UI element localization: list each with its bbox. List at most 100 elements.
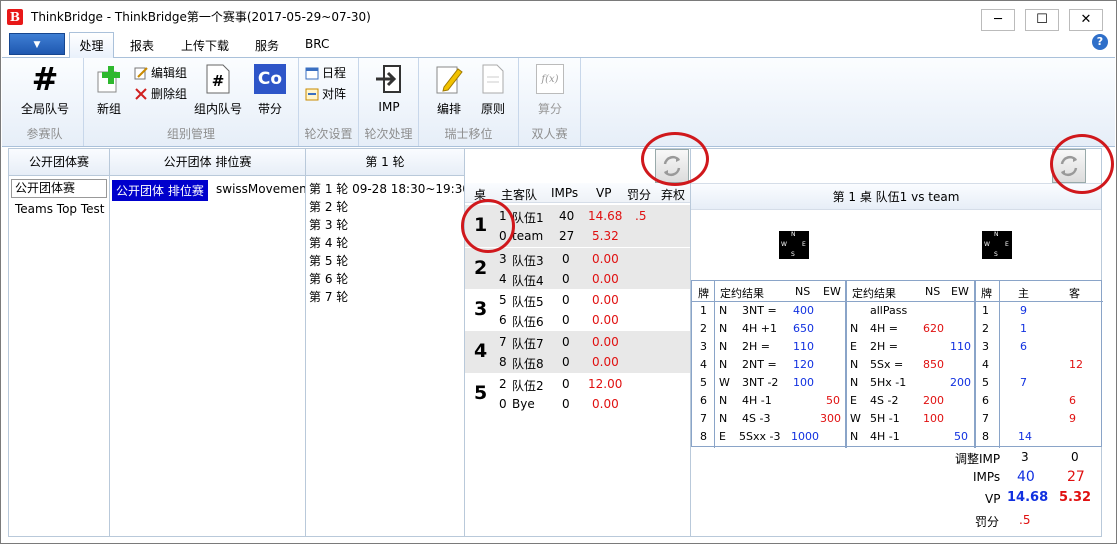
tab-upload-download[interactable]: 上传下载 xyxy=(181,37,229,54)
team-a-number: 7 xyxy=(499,335,507,349)
compass-closed-room: N S W E xyxy=(982,231,1012,259)
adjust-imp-away[interactable]: 0 xyxy=(1071,450,1079,464)
ribbon-group-label: 组别管理 xyxy=(166,127,215,141)
delete-group-button[interactable]: 删除组 xyxy=(134,85,187,102)
board-row[interactable]: 2 N 4H +1 650 N 4H = 620 21 xyxy=(692,322,1103,340)
team-b-vp: 5.32 xyxy=(592,229,619,243)
board-cell: 4H = xyxy=(870,322,898,335)
board-row[interactable]: 7 N 4S -3 300 W 5H -1 100 79 xyxy=(692,412,1103,430)
board-cell: 110 xyxy=(950,340,971,353)
board-cell: 4H -1 xyxy=(742,394,772,407)
table-number: 3 xyxy=(474,298,488,320)
matchup-row[interactable]: 4 7 队伍7 0 0.00 8 队伍8 0 0.00 xyxy=(465,331,691,373)
compass-n: N xyxy=(994,231,999,238)
ribbon-group-teams: # 全局队号 参赛队 xyxy=(6,58,84,146)
penalty-label: 罚分 xyxy=(975,515,1000,529)
fx-icon: f(x) xyxy=(533,62,567,96)
imp-button[interactable]: IMP xyxy=(369,62,409,114)
team-a-number: 3 xyxy=(499,252,507,266)
event-item-selected[interactable]: 公开团体赛 xyxy=(11,179,107,198)
tab-brc[interactable]: BRC xyxy=(305,37,329,51)
file-menu-button[interactable]: ▼ xyxy=(9,33,65,55)
board-cell: 300 xyxy=(820,412,841,425)
board-cell: 6 xyxy=(700,394,707,407)
board-cell: 6 xyxy=(1069,394,1076,407)
matchup-row[interactable]: 2 3 队伍3 0 0.00 4 队伍4 0 0.00 xyxy=(465,247,691,289)
round-item-2[interactable]: 第 2 轮 xyxy=(309,198,348,215)
maximize-button[interactable]: ☐ xyxy=(1025,9,1059,31)
board-row[interactable]: 8 E 5Sxx -3 1000 N 4H -1 50 8 14 xyxy=(692,430,1103,448)
team-b-name: 队伍4 xyxy=(512,274,544,288)
import-icon xyxy=(372,62,406,96)
board-cell: 2 xyxy=(982,322,989,335)
calculate-button[interactable]: f(x) 算分 xyxy=(531,62,569,117)
carry-over-label: 带分 xyxy=(257,102,282,116)
help-icon[interactable]: ? xyxy=(1092,34,1108,50)
title-bar: B ThinkBridge - ThinkBridge第一个赛事(2017-05… xyxy=(1,1,1116,31)
division-item-selected[interactable]: 公开团体 排位赛 xyxy=(112,180,208,201)
board-cell: 5Sx = xyxy=(870,358,904,371)
col-contract-open: 定约结果 xyxy=(720,287,764,300)
group-team-number-button[interactable]: # 组内队号 xyxy=(192,62,244,117)
delete-group-label: 删除组 xyxy=(151,87,188,101)
ribbon-group-label: 瑞士移位 xyxy=(444,127,493,141)
rules-button[interactable]: 原则 xyxy=(473,62,513,117)
board-cell: 5 xyxy=(982,376,989,389)
arrange-button[interactable]: 编排 xyxy=(429,62,469,117)
board-row[interactable]: 6 N 4H -1 50 E 4S -2 200 66 xyxy=(692,394,1103,412)
team-a-vp: 12.00 xyxy=(588,377,623,391)
tab-process[interactable]: 处理 xyxy=(69,32,114,58)
adjust-imp-home[interactable]: 3 xyxy=(1021,450,1029,464)
table-number: 2 xyxy=(474,257,488,279)
board-cell: 50 xyxy=(954,430,968,443)
board-cell: E xyxy=(850,394,857,407)
board-row[interactable]: 4 N 2NT = 120 N 5Sx = 850 4 12 xyxy=(692,358,1103,376)
col-ew-open: EW xyxy=(823,285,841,298)
team-a-imps: 0 xyxy=(562,377,570,391)
round-item-1[interactable]: 第 1 轮 09-28 18:30~19:30 xyxy=(309,180,470,197)
round-item-5[interactable]: 第 5 轮 xyxy=(309,252,348,269)
new-group-button[interactable]: 新组 xyxy=(90,62,128,117)
matchup-button[interactable]: 对阵 xyxy=(305,85,346,102)
minimize-button[interactable]: ─ xyxy=(981,9,1015,31)
carry-over-button[interactable]: Co 带分 xyxy=(250,62,290,117)
rules-label: 原则 xyxy=(480,102,505,116)
board-cell: 200 xyxy=(950,376,971,389)
ribbon-panel: # 全局队号 参赛队 新组 编辑组 删除组 # 组内队号 Co 带分 组别管理 … xyxy=(2,57,1115,147)
board-cell: 400 xyxy=(793,304,814,317)
event-item[interactable]: Teams Top Test xyxy=(15,202,104,216)
round-item-6[interactable]: 第 6 轮 xyxy=(309,270,348,287)
round-item-4[interactable]: 第 4 轮 xyxy=(309,234,348,251)
global-team-number-button[interactable]: # 全局队号 xyxy=(16,60,74,117)
close-button[interactable]: ✕ xyxy=(1069,9,1103,31)
round-item-3[interactable]: 第 3 轮 xyxy=(309,216,348,233)
round-item-7[interactable]: 第 7 轮 xyxy=(309,288,348,305)
team-b-number: 0 xyxy=(499,397,507,411)
team-a-vp: 0.00 xyxy=(592,335,619,349)
edit-group-button[interactable]: 编辑组 xyxy=(134,64,187,81)
schedule-button[interactable]: 日程 xyxy=(305,64,346,81)
team-b-imps: 0 xyxy=(562,272,570,286)
board-cell: 5Hx -1 xyxy=(870,376,907,389)
board-cell: W xyxy=(850,412,861,425)
board-row[interactable]: 1 N 3NT = 400 allPass 19 xyxy=(692,304,1103,322)
board-cell: 850 xyxy=(923,358,944,371)
tab-service[interactable]: 服务 xyxy=(255,37,279,54)
team-a-name: 队伍3 xyxy=(512,254,544,268)
matchup-row[interactable]: 5 2 队伍2 0 12.00 0 Bye 0 0.00 xyxy=(465,373,691,415)
team-b-number: 4 xyxy=(499,272,507,286)
team-a-vp: 0.00 xyxy=(592,252,619,266)
board-cell: 100 xyxy=(793,376,814,389)
board-cell: 4H -1 xyxy=(870,430,900,443)
penalty-home[interactable]: .5 xyxy=(1019,513,1030,527)
team-a-imps: 40 xyxy=(559,209,575,223)
tab-reports[interactable]: 报表 xyxy=(130,37,154,54)
team-a-name: 队伍5 xyxy=(512,295,544,309)
svg-text:#: # xyxy=(212,72,225,90)
team-b-vp: 0.00 xyxy=(592,397,619,411)
board-row[interactable]: 3 N 2H = 110 E 2H = 110 36 xyxy=(692,340,1103,358)
board-row[interactable]: 5 W 3NT -2 100 N 5Hx -1 200 57 xyxy=(692,376,1103,394)
matchup-row[interactable]: 3 5 队伍5 0 0.00 6 队伍6 0 0.00 xyxy=(465,289,691,331)
board-cell: 3NT -2 xyxy=(742,376,779,389)
board-cell: N xyxy=(850,430,859,443)
